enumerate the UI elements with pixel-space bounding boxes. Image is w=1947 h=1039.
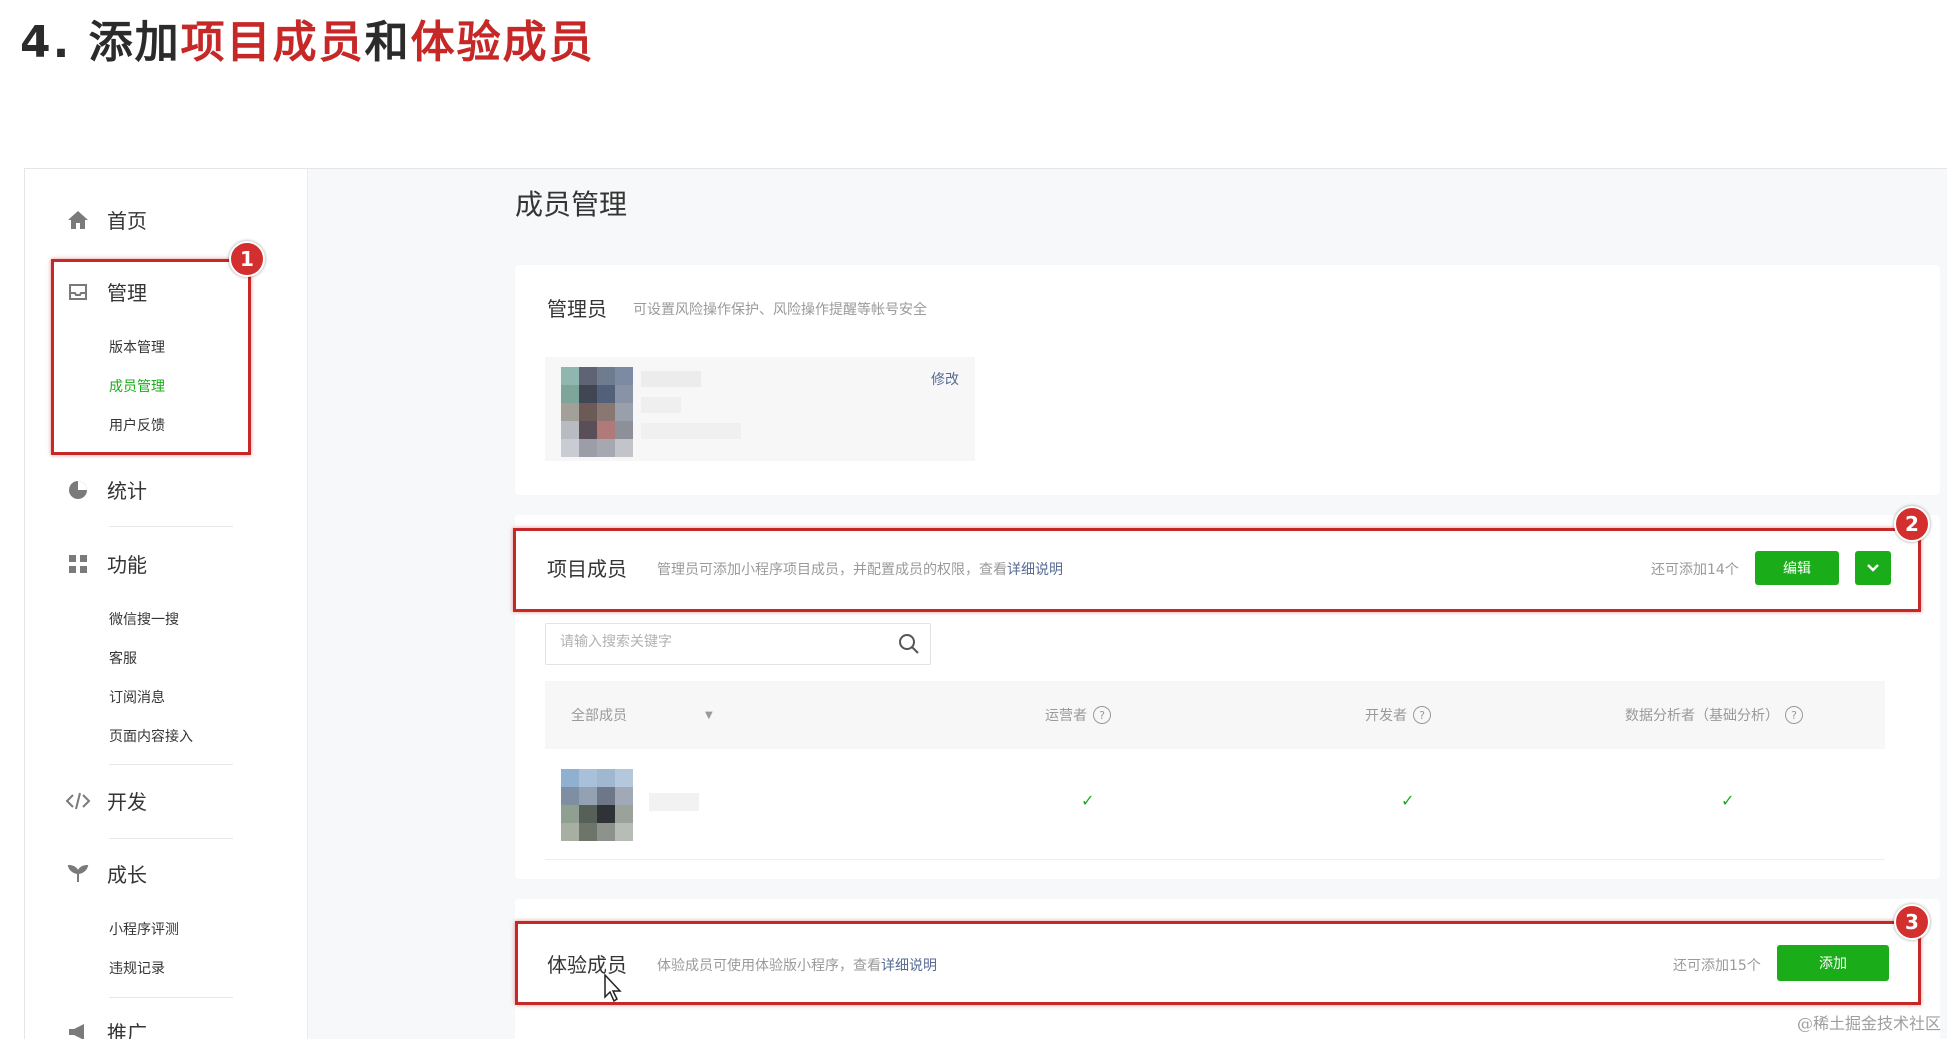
column-all-members: 全部成员 xyxy=(571,705,627,725)
sprout-icon xyxy=(65,861,91,887)
heading-project-members: 项目成员 xyxy=(181,17,365,68)
heading-part3: 和 xyxy=(365,17,411,68)
column-data-analyst: 数据分析者（基础分析） ? xyxy=(1625,705,1803,725)
sidebar-divider xyxy=(109,526,233,527)
sidebar-item-promote[interactable]: 推广 xyxy=(65,1017,147,1039)
member-name-blur xyxy=(649,793,699,811)
sidebar-item-mini-program-review[interactable]: 小程序评测 xyxy=(109,919,179,939)
sidebar-item-label: 成长 xyxy=(107,859,147,888)
heading-number: 4. xyxy=(20,17,71,68)
sidebar-item-wechat-search[interactable]: 微信搜一搜 xyxy=(109,609,179,629)
sidebar-item-label: 统计 xyxy=(107,475,147,504)
code-icon xyxy=(65,788,91,814)
highlight-box-experience-members xyxy=(515,921,1921,1005)
column-developer: 开发者 ? xyxy=(1365,705,1431,725)
sidebar-divider xyxy=(109,997,233,998)
sidebar-item-label: 首页 xyxy=(107,205,147,234)
sidebar-item-develop[interactable]: 开发 xyxy=(65,786,147,815)
column-operator-label: 运营者 xyxy=(1045,705,1087,725)
search-icon[interactable] xyxy=(898,633,920,655)
admin-avatar xyxy=(561,367,633,457)
admin-member-box: 修改 xyxy=(545,357,975,461)
admin-edit-link[interactable]: 修改 xyxy=(931,369,959,389)
megaphone-icon xyxy=(65,1019,91,1039)
sidebar-item-customer-service[interactable]: 客服 xyxy=(109,648,137,668)
highlight-box-project-members xyxy=(513,528,1921,612)
highlight-box-manage xyxy=(51,259,251,455)
sidebar-item-statistics[interactable]: 统计 xyxy=(65,475,147,504)
member-avatar xyxy=(561,769,633,841)
heading-part1: 添加 xyxy=(89,17,181,68)
sidebar-item-label: 功能 xyxy=(107,549,147,578)
analyst-check-icon: ✓ xyxy=(1721,791,1734,810)
sidebar-item-home[interactable]: 首页 xyxy=(65,205,147,234)
column-developer-label: 开发者 xyxy=(1365,705,1407,725)
sidebar-item-subscription-messages[interactable]: 订阅消息 xyxy=(109,687,165,707)
sidebar-item-violation-records[interactable]: 违规记录 xyxy=(109,958,165,978)
annotation-badge-1: 1 xyxy=(229,241,265,277)
search-input[interactable] xyxy=(558,633,882,651)
sidebar-item-page-content-access[interactable]: 页面内容接入 xyxy=(109,726,193,746)
admin-description: 可设置风险操作保护、风险操作提醒等帐号安全 xyxy=(633,299,927,319)
annotation-badge-2: 2 xyxy=(1894,506,1930,542)
page-heading: 4. 添加项目成员和体验成员 xyxy=(20,6,595,70)
sidebar-divider xyxy=(109,838,233,839)
heading-experience-members: 体验成员 xyxy=(411,17,595,68)
dropdown-arrow-icon: ▼ xyxy=(705,710,713,721)
filter-all-members[interactable]: 全部成员 ▼ xyxy=(571,705,713,725)
section-title: 成员管理 xyxy=(515,183,627,223)
sidebar-item-features[interactable]: 功能 xyxy=(65,549,147,578)
admin-name-blur xyxy=(641,397,681,413)
grid-icon xyxy=(65,551,91,577)
members-table-header: 全部成员 ▼ 运营者 ? 开发者 ? 数据分析者（基础分析） ? xyxy=(545,681,1885,749)
admin-id-blur xyxy=(641,423,741,439)
table-row: ✓ ✓ ✓ xyxy=(545,749,1885,860)
developer-check-icon: ✓ xyxy=(1401,791,1414,810)
column-operator: 运营者 ? xyxy=(1045,705,1111,725)
admin-name-blur xyxy=(641,371,701,387)
help-icon[interactable]: ? xyxy=(1093,706,1111,724)
home-icon xyxy=(65,207,91,233)
member-search-box xyxy=(545,623,931,665)
column-data-analyst-label: 数据分析者（基础分析） xyxy=(1625,705,1779,725)
help-icon[interactable]: ? xyxy=(1413,706,1431,724)
watermark: @稀土掘金技术社区 xyxy=(1797,1010,1941,1034)
sidebar-divider xyxy=(109,764,233,765)
admin-card: 管理员 可设置风险操作保护、风险操作提醒等帐号安全 修改 xyxy=(515,265,1940,495)
sidebar-item-label: 开发 xyxy=(107,786,147,815)
admin-title: 管理员 xyxy=(547,293,607,322)
sidebar-item-growth[interactable]: 成长 xyxy=(65,859,147,888)
pie-chart-icon xyxy=(65,477,91,503)
help-icon[interactable]: ? xyxy=(1785,706,1803,724)
sidebar-item-label: 推广 xyxy=(107,1017,147,1039)
annotation-badge-3: 3 xyxy=(1894,904,1930,940)
operator-check-icon: ✓ xyxy=(1081,791,1094,810)
